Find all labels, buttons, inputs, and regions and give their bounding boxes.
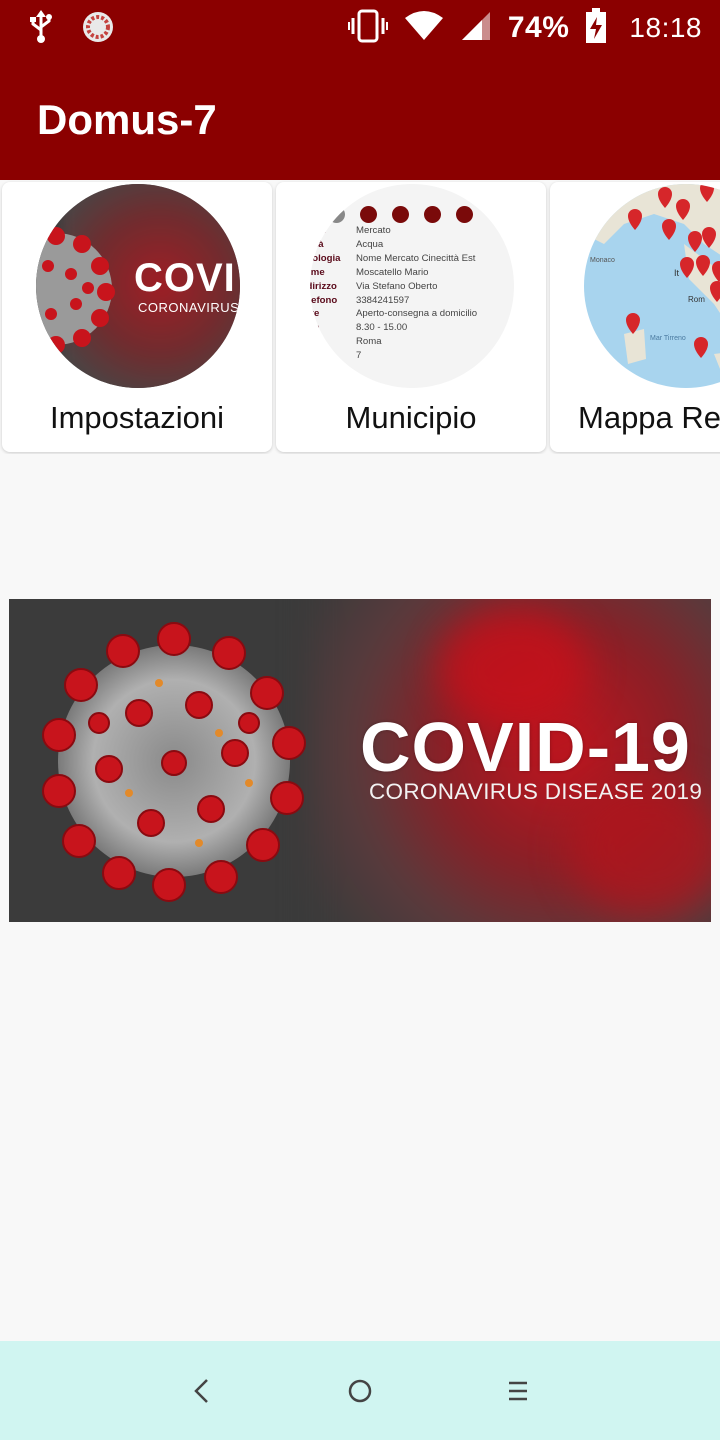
map-label-sea: Mar Tirreno bbox=[650, 335, 686, 342]
info-row: NoteAperto-consegna a domicilio bbox=[310, 308, 478, 320]
covid-thumb-subtitle: CORONAVIRUS bbox=[138, 300, 240, 315]
signal-icon bbox=[460, 10, 492, 47]
map-thumbnail: Monaco It Rom Mar Tirreno bbox=[584, 184, 720, 388]
info-row: ttivitàAcqua bbox=[310, 238, 384, 250]
system-nav-bar bbox=[0, 1341, 720, 1440]
info-row: aRoma bbox=[356, 336, 382, 348]
phone-icon bbox=[392, 206, 409, 223]
municipio-info-thumbnail: utturaMercato ttivitàAcqua TipologiaNome… bbox=[310, 184, 514, 388]
info-table: utturaMercato ttivitàAcqua TipologiaNome… bbox=[310, 224, 477, 363]
map-label-city: Monaco bbox=[590, 257, 615, 264]
home-icon[interactable] bbox=[340, 1371, 380, 1411]
clock: 18:18 bbox=[629, 12, 702, 43]
virus-icon bbox=[36, 227, 115, 354]
map-label-rome: Rom bbox=[688, 295, 705, 304]
menu-card-label: Municipio bbox=[345, 400, 477, 435]
info-row: Telefono3384241597 bbox=[310, 294, 410, 306]
back-icon[interactable] bbox=[182, 1371, 222, 1411]
sync-icon bbox=[82, 11, 114, 48]
battery-percent: 74% bbox=[507, 11, 570, 44]
info-row: utturaMercato bbox=[310, 225, 391, 236]
map-label-country: It bbox=[674, 268, 680, 278]
location-pin-icon bbox=[424, 206, 441, 223]
menu-card-impostazioni[interactable]: COVI CORONAVIRUS Impostazioni bbox=[2, 182, 272, 452]
menu-card-mappa[interactable]: Monaco It Rom Mar Tirreno Mappa Re bbox=[550, 182, 720, 452]
menu-card-municipio[interactable]: utturaMercato ttivitàAcqua TipologiaNome… bbox=[276, 182, 546, 452]
map-image: Monaco It Rom Mar Tirreno bbox=[584, 184, 720, 369]
coronavirus-icon bbox=[42, 622, 306, 902]
covid-thumbnail: COVI CORONAVIRUS bbox=[36, 184, 240, 388]
vibrate-icon bbox=[347, 9, 388, 48]
recents-icon[interactable] bbox=[498, 1371, 538, 1411]
covid-thumb-title: COVI bbox=[134, 256, 236, 300]
menu-carousel[interactable]: COVI CORONAVIRUS Impostazioni utturaMerc… bbox=[0, 180, 720, 454]
info-row: NomeMoscatello Mario bbox=[310, 266, 429, 278]
menu-card-label: Mappa Re bbox=[578, 400, 720, 435]
banner-title: COVID-19 bbox=[360, 708, 691, 786]
banner-subtitle: CORONAVIRUS DISEASE 2019 bbox=[369, 779, 703, 804]
wifi-icon bbox=[404, 10, 444, 47]
info-row: IndirizzoVia Stefano Oberto bbox=[310, 280, 438, 292]
covid-banner: COVID-19 CORONAVIRUS DISEASE 2019 bbox=[9, 599, 711, 922]
battery-charging-icon bbox=[585, 7, 607, 49]
contact-card-icon bbox=[360, 206, 377, 223]
info-row: ipio7 bbox=[310, 350, 362, 362]
share-icon bbox=[456, 206, 473, 223]
info-row: TipologiaNome Mercato Cinecittà Est bbox=[310, 252, 476, 264]
menu-card-label: Impostazioni bbox=[49, 400, 225, 435]
status-bar: 74% 18:18 bbox=[0, 0, 720, 56]
app-title: Domus-7 bbox=[37, 96, 217, 143]
edit-icon bbox=[328, 206, 345, 223]
info-row: rario8.30 - 15.00 bbox=[310, 322, 408, 334]
app-bar: Domus-7 bbox=[0, 56, 720, 180]
usb-icon bbox=[28, 10, 54, 49]
